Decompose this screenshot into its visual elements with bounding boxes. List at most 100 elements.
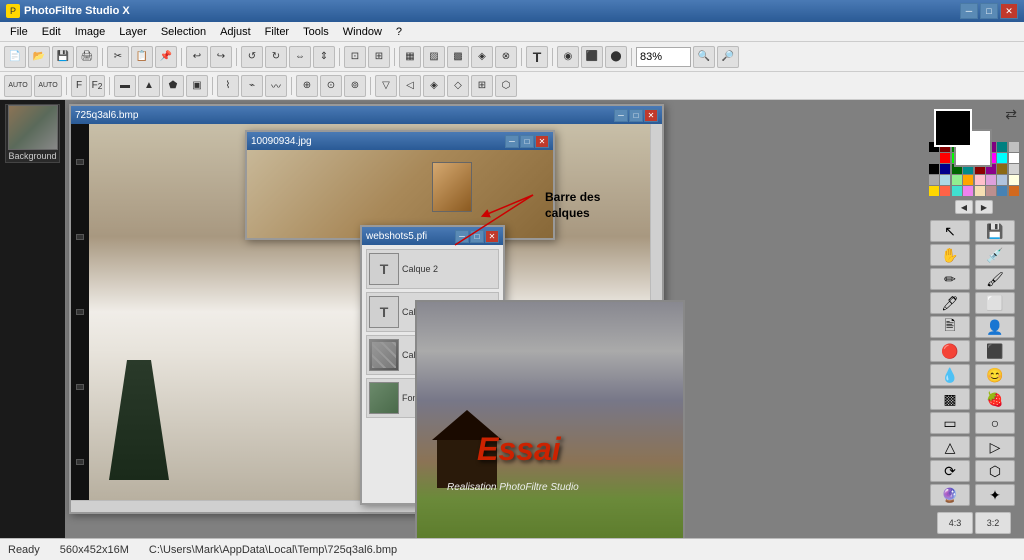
new-button[interactable]: 📄 [4,46,26,68]
palette-scroll-left[interactable]: ◀ [955,200,973,214]
ratio-32-button[interactable]: 3:2 [975,512,1011,534]
arrow-button[interactable]: ▷ [975,436,1015,458]
auto1-button[interactable]: AUTO [4,75,32,97]
brush1-button[interactable]: ⌇ [217,75,239,97]
menu-filter[interactable]: Filter [259,24,295,40]
shape1-button[interactable]: ▬ [114,75,136,97]
palette-color-16[interactable] [929,164,939,174]
misc6-button[interactable]: ⬡ [495,75,517,97]
menu-selection[interactable]: Selection [155,24,212,40]
palette-color-34[interactable] [952,186,962,196]
menu-tools[interactable]: Tools [297,24,335,40]
hand-tool-button[interactable]: ✋ [930,244,970,266]
effect1-button[interactable]: ◉ [557,46,579,68]
redo-button[interactable]: ↪ [210,46,232,68]
palette-color-31[interactable] [1009,175,1019,185]
pattern-button[interactable]: ▩ [930,388,970,410]
zoom-out-button[interactable]: 🔎 [717,46,739,68]
palette-color-38[interactable] [997,186,1007,196]
stamp-button[interactable]: 🖹 [930,316,970,338]
menu-help[interactable]: ? [390,24,408,40]
menu-window[interactable]: Window [337,24,388,40]
palette-color-30[interactable] [997,175,1007,185]
palette-color-24[interactable] [929,175,939,185]
ratio-43-button[interactable]: 4:3 [937,512,973,534]
close-button[interactable]: ✕ [1000,3,1018,19]
paint-button[interactable]: 🖌 [975,268,1015,290]
palette-color-14[interactable] [997,153,1007,163]
print-button[interactable]: 🖨 [76,46,98,68]
text-button[interactable]: T [526,46,548,68]
palette-color-8[interactable] [929,153,939,163]
palette-color-39[interactable] [1009,186,1019,196]
open-button[interactable]: 📂 [28,46,50,68]
filmstrip-thumb-1[interactable]: Background [5,104,60,163]
foreground-color-swatch[interactable] [934,109,972,147]
palette-color-35[interactable] [963,186,973,196]
eyedropper-button[interactable]: 💉 [975,244,1015,266]
shape4-button[interactable]: ▣ [186,75,208,97]
misc1-button[interactable]: ▽ [375,75,397,97]
menu-layer[interactable]: Layer [113,24,153,40]
face-button[interactable]: 👤 [975,316,1015,338]
menu-edit[interactable]: Edit [36,24,67,40]
main-window-minimize[interactable]: ─ [614,109,628,122]
wand-button[interactable]: ✦ [975,484,1015,506]
misc3-button[interactable]: ◈ [423,75,445,97]
palette-color-36[interactable] [975,186,985,196]
minimize-button[interactable]: ─ [960,3,978,19]
second-window-restore[interactable]: □ [520,135,534,148]
texture-button[interactable]: 🍓 [975,388,1015,410]
palette-color-7[interactable] [1009,142,1019,152]
filter5-button[interactable]: ⊗ [495,46,517,68]
palette-color-29[interactable] [986,175,996,185]
brush-button[interactable]: 🖊 [930,292,970,314]
main-window-restore[interactable]: □ [629,109,643,122]
main-window-close[interactable]: ✕ [644,109,658,122]
filter2-button[interactable]: ▨ [423,46,445,68]
brush3-button[interactable]: 〰 [265,75,287,97]
palette-color-27[interactable] [963,175,973,185]
palette-color-9[interactable] [940,153,950,163]
filter1-button[interactable]: ▦ [399,46,421,68]
palette-color-6[interactable] [997,142,1007,152]
pattern2-button[interactable]: ⊙ [320,75,342,97]
eraser-button[interactable]: ⬜ [975,292,1015,314]
palette-color-23[interactable] [1009,164,1019,174]
shape2-button[interactable]: ▲ [138,75,160,97]
pattern3-button[interactable]: ⊚ [344,75,366,97]
shape3-button[interactable]: ⬟ [162,75,184,97]
undo-button[interactable]: ↩ [186,46,208,68]
menu-image[interactable]: Image [69,24,112,40]
oval-select-button[interactable]: ○ [975,412,1015,434]
triangle-button[interactable]: △ [930,436,970,458]
flip-h-button[interactable]: ⇔ [289,46,311,68]
paste-button[interactable]: 📌 [155,46,177,68]
palette-color-26[interactable] [952,175,962,185]
auto2-button[interactable]: AUTO [34,75,62,97]
fill-button[interactable]: ⬛ [975,340,1015,362]
zoom-input[interactable]: 83% [636,47,691,67]
save-button[interactable]: 💾 [52,46,74,68]
misc4-button[interactable]: ◇ [447,75,469,97]
effect3-button[interactable]: ⬤ [605,46,627,68]
second-window-minimize[interactable]: ─ [505,135,519,148]
filter3-button[interactable]: ▩ [447,46,469,68]
palette-color-25[interactable] [940,175,950,185]
second-window-close[interactable]: ✕ [535,135,549,148]
palette-scroll-right[interactable]: ▶ [975,200,993,214]
magic-button[interactable]: 🔮 [930,484,970,506]
palette-color-33[interactable] [940,186,950,196]
rotate-left-button[interactable]: ↺ [241,46,263,68]
face2-button[interactable]: 😊 [975,364,1015,386]
flip-v-button[interactable]: ⇕ [313,46,335,68]
resize-button[interactable]: ⊞ [368,46,390,68]
save-tool-button[interactable]: 💾 [975,220,1015,242]
berry-button[interactable]: 🔴 [930,340,970,362]
effect2-button[interactable]: ⬛ [581,46,603,68]
palette-color-37[interactable] [986,186,996,196]
misc5-button[interactable]: ⊞ [471,75,493,97]
palette-color-22[interactable] [997,164,1007,174]
filter4-button[interactable]: ◈ [471,46,493,68]
menu-file[interactable]: File [4,24,34,40]
